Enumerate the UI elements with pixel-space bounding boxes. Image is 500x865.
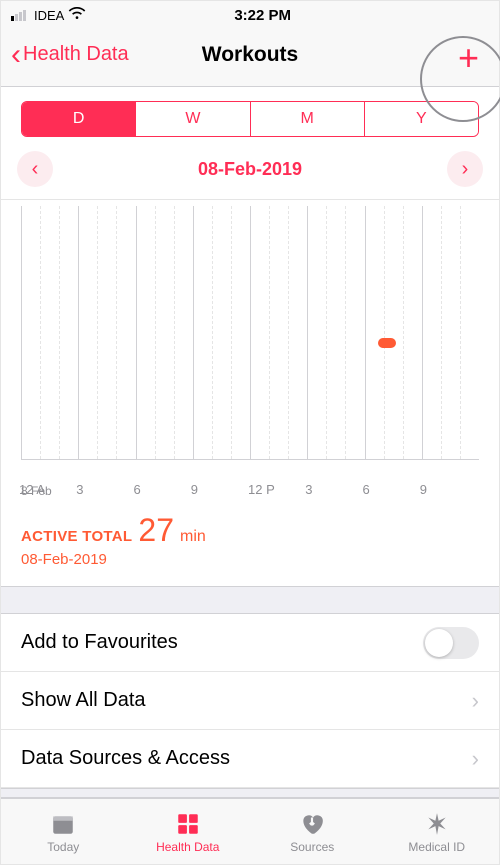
status-left: IDEA bbox=[11, 7, 86, 24]
tab-sources[interactable]: Sources bbox=[250, 799, 375, 864]
heart-download-icon bbox=[298, 810, 326, 838]
tab-label: Health Data bbox=[156, 840, 219, 854]
cell-label: Add to Favourites bbox=[21, 631, 178, 654]
chevron-right-icon: › bbox=[462, 158, 469, 181]
back-button[interactable]: ‹ Health Data bbox=[11, 40, 129, 70]
tab-label: Medical ID bbox=[408, 840, 465, 854]
xlabel: 3 bbox=[76, 482, 83, 497]
summary-label: ACTIVE TOTAL bbox=[21, 528, 132, 545]
date-label: 08-Feb-2019 bbox=[198, 159, 302, 180]
tab-health-data[interactable]: Health Data bbox=[126, 799, 251, 864]
cell-add-to-favourites[interactable]: Add to Favourites bbox=[1, 614, 499, 672]
cell-label: Data Sources & Access bbox=[21, 747, 230, 770]
chevron-right-icon: › bbox=[472, 688, 479, 714]
cell-label: Show All Data bbox=[21, 689, 146, 712]
xlabel: 6 bbox=[134, 482, 141, 497]
back-label: Health Data bbox=[23, 43, 129, 66]
add-button[interactable]: + bbox=[458, 40, 479, 76]
chart-data-bar bbox=[378, 338, 396, 348]
segment-week[interactable]: W bbox=[136, 102, 250, 136]
tab-medical-id[interactable]: Medical ID bbox=[375, 799, 500, 864]
section-gap bbox=[1, 586, 499, 614]
grid-icon bbox=[174, 810, 202, 838]
xlabel: 6 bbox=[363, 482, 370, 497]
summary-date: 08-Feb-2019 bbox=[21, 551, 479, 568]
segment-day[interactable]: D bbox=[22, 102, 136, 136]
plus-icon: + bbox=[458, 37, 479, 78]
tab-bar: Today Health Data Sources Medical ID bbox=[1, 798, 499, 864]
summary-unit: min bbox=[180, 528, 206, 546]
section-gap bbox=[1, 788, 499, 798]
range-segment-wrap: D W M Y bbox=[1, 87, 499, 145]
tab-today[interactable]: Today bbox=[1, 799, 126, 864]
signal-bars-icon bbox=[11, 10, 26, 21]
status-bar: IDEA 3:22 PM bbox=[1, 1, 499, 29]
date-navigator: ‹ 08-Feb-2019 › bbox=[1, 145, 499, 200]
tab-label: Sources bbox=[290, 840, 334, 854]
xlabel: 9 bbox=[420, 482, 427, 497]
asterisk-icon bbox=[423, 810, 451, 838]
phone-frame: IDEA 3:22 PM ‹ Health Data Workouts + D … bbox=[0, 0, 500, 865]
favourites-toggle[interactable] bbox=[423, 627, 479, 659]
chevron-left-icon: ‹ bbox=[11, 40, 21, 70]
xlabel: 3 bbox=[305, 482, 312, 497]
carrier-label: IDEA bbox=[34, 8, 64, 23]
workout-chart: 12 A 3 6 9 12 P 3 6 9 8 Feb bbox=[1, 200, 499, 500]
range-segment: D W M Y bbox=[21, 101, 479, 137]
active-total-summary: ACTIVE TOTAL 27 min 08-Feb-2019 bbox=[1, 500, 499, 586]
wifi-icon bbox=[68, 7, 86, 24]
chart-grid bbox=[21, 206, 479, 460]
chevron-right-icon: › bbox=[472, 746, 479, 772]
chevron-left-icon: ‹ bbox=[32, 158, 39, 181]
cell-data-sources[interactable]: Data Sources & Access › bbox=[1, 730, 499, 788]
xlabel: 12 P bbox=[248, 482, 275, 497]
toggle-knob bbox=[425, 629, 453, 657]
chart-date-sub: 8 Feb bbox=[21, 484, 52, 498]
xlabel: 9 bbox=[191, 482, 198, 497]
date-prev-button[interactable]: ‹ bbox=[17, 151, 53, 187]
date-next-button[interactable]: › bbox=[447, 151, 483, 187]
cell-show-all-data[interactable]: Show All Data › bbox=[1, 672, 499, 730]
segment-year[interactable]: Y bbox=[365, 102, 478, 136]
tab-label: Today bbox=[47, 840, 79, 854]
segment-month[interactable]: M bbox=[251, 102, 365, 136]
summary-value: 27 bbox=[138, 512, 174, 549]
nav-bar: ‹ Health Data Workouts + bbox=[1, 29, 499, 87]
clock-label: 3:22 PM bbox=[234, 7, 291, 24]
calendar-icon bbox=[49, 810, 77, 838]
page-title: Workouts bbox=[202, 43, 298, 67]
